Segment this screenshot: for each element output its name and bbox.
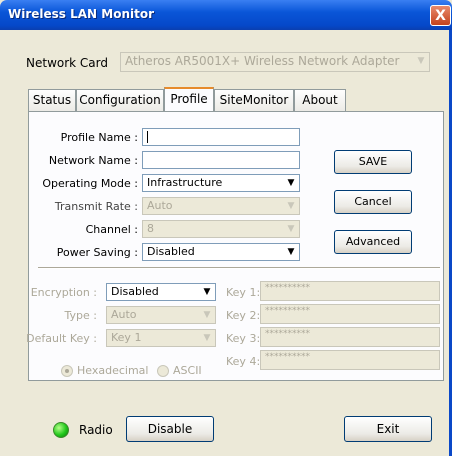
key-1-input: ********** [260, 281, 440, 301]
tab-about-label: About [302, 93, 338, 107]
encryption-select[interactable]: Disabled ▼ [106, 283, 216, 301]
profile-name-label: Profile Name : [60, 131, 138, 144]
key-2-input: ********** [260, 304, 440, 324]
key-3-label: Key 3: [226, 332, 261, 345]
tab-sitemonitor-label: SiteMonitor [219, 93, 289, 107]
type-value: Auto [111, 308, 137, 321]
title-bar[interactable]: Wireless LAN Monitor X [0, 0, 452, 30]
transmit-rate-label: Transmit Rate : [54, 200, 138, 213]
network-card-label: Network Card [26, 56, 108, 70]
default-key-select: Key 1 ▼ [106, 329, 216, 347]
chevron-down-icon[interactable]: ▼ [200, 285, 214, 299]
tab-status[interactable]: Status [28, 89, 76, 111]
channel-select: 8 ▼ [142, 220, 300, 238]
tab-configuration[interactable]: Configuration [76, 89, 164, 111]
window-title: Wireless LAN Monitor [8, 7, 155, 21]
tab-about[interactable]: About [294, 89, 346, 111]
transmit-rate-select: Auto ▼ [142, 197, 300, 215]
radio-status-indicator [53, 422, 69, 438]
operating-mode-value: Infrastructure [147, 176, 223, 189]
network-name-input[interactable] [142, 151, 300, 169]
channel-label: Channel : [85, 223, 138, 236]
power-saving-value: Disabled [147, 245, 195, 258]
default-key-value: Key 1 [111, 331, 142, 344]
chevron-down-icon: ▼ [203, 333, 211, 343]
chevron-down-icon: ▼ [287, 224, 295, 234]
cancel-button[interactable]: Cancel [334, 190, 412, 214]
tab-profile-label: Profile [170, 92, 208, 106]
tab-profile[interactable]: Profile [164, 87, 214, 112]
type-label: Type : [64, 309, 97, 322]
section-divider [38, 267, 440, 269]
power-saving-select[interactable]: Disabled ▼ [142, 243, 300, 261]
key-3-input: ********** [260, 327, 440, 347]
key-2-label: Key 2: [226, 309, 261, 322]
radio-label: Radio [79, 423, 113, 437]
chevron-down-icon[interactable]: ▼ [284, 176, 298, 190]
key-4-label: Key 4: [226, 355, 261, 368]
encryption-label: Encryption : [30, 286, 97, 299]
advanced-button[interactable]: Advanced [334, 230, 412, 254]
chevron-down-icon: ▼ [203, 310, 211, 320]
key-1-label: Key 1: [226, 286, 261, 299]
hexadecimal-label: Hexadecimal [77, 364, 149, 377]
profile-name-input[interactable] [142, 128, 300, 146]
save-button[interactable]: SAVE [334, 150, 412, 174]
chevron-down-icon: ▼ [287, 201, 295, 211]
network-card-select: Atheros AR5001X+ Wireless Network Adapte… [120, 52, 430, 72]
network-card-value: Atheros AR5001X+ Wireless Network Adapte… [125, 54, 400, 68]
main-window: Wireless LAN Monitor X Network Card Athe… [0, 0, 452, 456]
close-icon: X [435, 8, 446, 24]
text-cursor [147, 131, 148, 143]
tab-sitemonitor[interactable]: SiteMonitor [214, 89, 294, 111]
tab-status-label: Status [32, 93, 72, 107]
power-saving-label: Power Saving : [56, 246, 138, 259]
operating-mode-select[interactable]: Infrastructure ▼ [142, 174, 300, 192]
type-select: Auto ▼ [106, 306, 216, 324]
chevron-down-icon[interactable]: ▼ [284, 245, 298, 259]
chevron-down-icon: ▼ [417, 56, 425, 66]
encryption-value: Disabled [111, 285, 159, 298]
exit-button[interactable]: Exit [344, 416, 432, 442]
key-4-input: ********** [260, 350, 440, 370]
ascii-radio [157, 365, 169, 377]
transmit-rate-value: Auto [147, 199, 173, 212]
default-key-label: Default Key : [26, 332, 97, 345]
channel-value: 8 [147, 222, 154, 235]
close-button[interactable]: X [430, 5, 451, 26]
disable-button[interactable]: Disable [126, 416, 214, 442]
operating-mode-label: Operating Mode : [42, 177, 138, 190]
ascii-label: ASCII [173, 364, 202, 377]
network-name-label: Network Name : [48, 154, 138, 167]
tab-configuration-label: Configuration [79, 93, 161, 107]
hexadecimal-radio [61, 365, 73, 377]
